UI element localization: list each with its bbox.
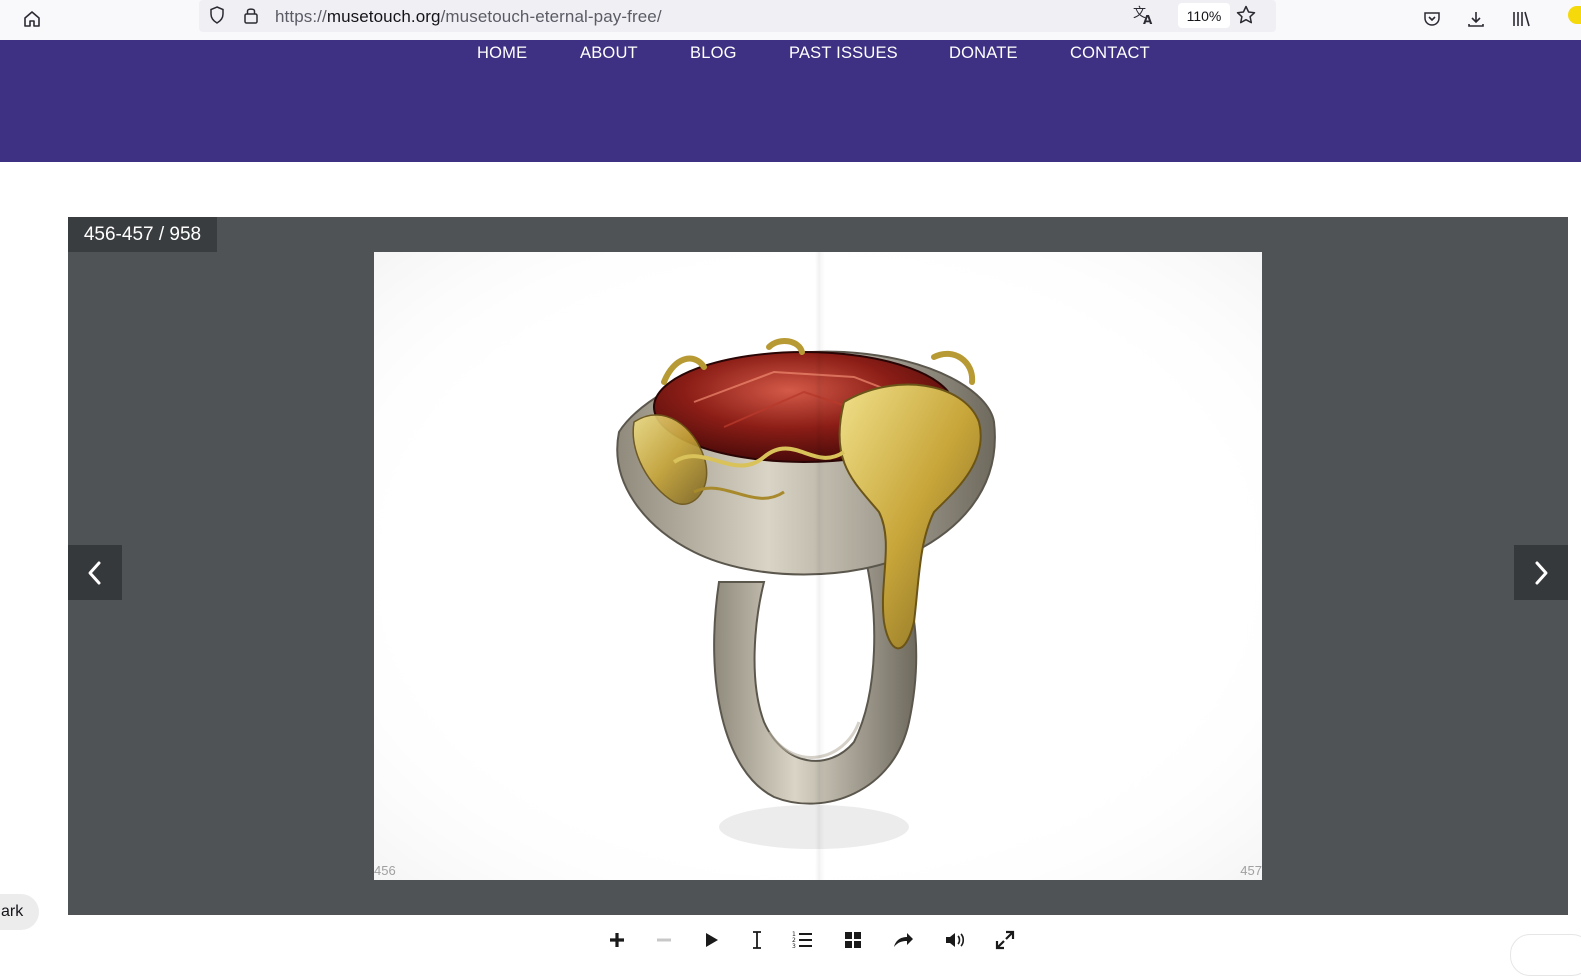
share-button[interactable] <box>888 926 918 954</box>
thumbnails-button[interactable] <box>838 926 868 954</box>
download-icon[interactable] <box>1460 4 1492 34</box>
zoom-out-button[interactable] <box>649 926 679 954</box>
minus-icon <box>657 938 671 942</box>
book-spine <box>815 252 825 880</box>
flipbook-toolbar: 123 <box>600 924 1030 957</box>
svg-text:3: 3 <box>792 943 796 950</box>
flipbook-viewer[interactable]: 456-457 / 958 456 457 <box>68 217 1568 915</box>
home-icon[interactable] <box>16 4 48 34</box>
bookmark-star-icon[interactable] <box>1230 0 1262 30</box>
extension-icon[interactable] <box>1568 6 1581 24</box>
list-icon: 123 <box>792 931 812 950</box>
sound-button[interactable] <box>940 926 970 954</box>
url-bar[interactable]: https://musetouch.org/musetouch-eternal-… <box>199 0 1276 32</box>
svg-text:A: A <box>1143 13 1153 26</box>
translate-icon[interactable]: 文A <box>1128 0 1160 30</box>
page-counter: 456-457 / 958 <box>68 217 217 252</box>
play-icon <box>706 933 718 947</box>
page-spread[interactable]: 456 457 <box>374 252 1262 880</box>
nav-past-issues[interactable]: PAST ISSUES <box>789 44 898 63</box>
nav-donate[interactable]: DONATE <box>949 44 1018 63</box>
share-arrow-icon <box>894 933 913 947</box>
zoom-level[interactable]: 110% <box>1178 3 1230 28</box>
browser-toolbar: https://musetouch.org/musetouch-eternal-… <box>0 0 1581 41</box>
site-nav: HOME ABOUT BLOG PAST ISSUES DONATE CONTA… <box>0 40 1581 162</box>
table-of-contents-button[interactable]: 123 <box>788 926 818 954</box>
corner-widget[interactable] <box>1510 934 1581 976</box>
url-domain: musetouch.org <box>326 7 441 26</box>
pocket-icon[interactable] <box>1416 4 1448 34</box>
expand-icon <box>995 930 1015 950</box>
side-pill-label: ark <box>1 903 24 920</box>
nav-home[interactable]: HOME <box>477 44 527 63</box>
shield-icon[interactable] <box>201 0 233 30</box>
url-path: /musetouch-eternal-pay-free/ <box>440 7 662 26</box>
library-icon[interactable] <box>1505 4 1537 34</box>
url-scheme: https:// <box>275 7 327 26</box>
text-select-button[interactable] <box>742 926 772 954</box>
zoom-in-button[interactable] <box>602 926 632 954</box>
previous-page-button[interactable] <box>68 545 122 600</box>
autoplay-button[interactable] <box>696 926 726 954</box>
side-pill[interactable]: ark <box>0 894 39 930</box>
next-page-button[interactable] <box>1514 545 1568 600</box>
url-text[interactable]: https://musetouch.org/musetouch-eternal-… <box>275 7 662 27</box>
plus-icon <box>610 933 624 947</box>
nav-contact[interactable]: CONTACT <box>1070 44 1150 63</box>
grid-icon <box>845 932 861 948</box>
right-page-number: 457 <box>1240 863 1262 878</box>
left-page-number: 456 <box>374 863 396 878</box>
fullscreen-button[interactable] <box>990 926 1020 954</box>
lock-icon[interactable] <box>235 0 267 30</box>
nav-about[interactable]: ABOUT <box>580 44 638 63</box>
text-cursor-icon <box>753 931 761 949</box>
chevron-right-icon <box>1535 561 1548 584</box>
nav-blog[interactable]: BLOG <box>690 44 737 63</box>
speaker-icon <box>946 933 965 947</box>
chevron-left-icon <box>88 561 101 584</box>
